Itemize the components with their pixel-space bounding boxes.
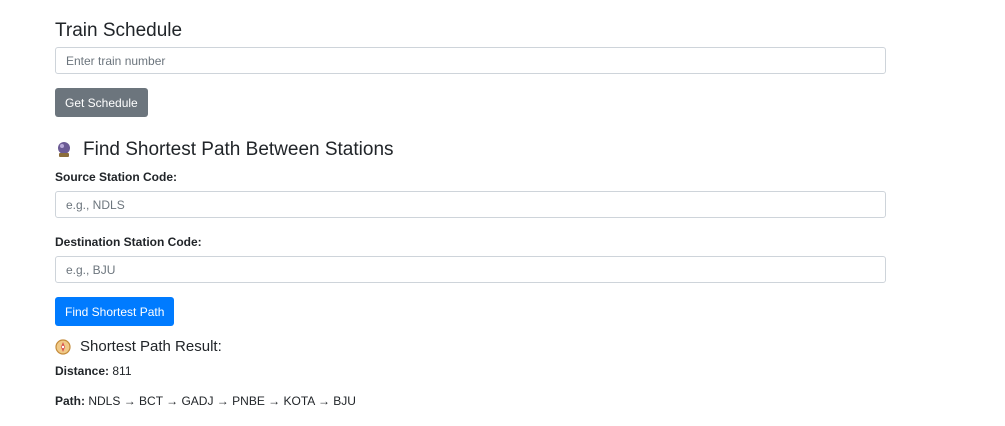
shortest-path-title-text: Find Shortest Path Between Stations bbox=[83, 139, 394, 160]
destination-station-input[interactable] bbox=[55, 256, 886, 283]
get-schedule-button[interactable]: Get Schedule bbox=[55, 88, 148, 117]
distance-label: Distance: bbox=[55, 364, 110, 378]
source-station-input[interactable] bbox=[55, 191, 886, 218]
result-title-text: Shortest Path Result: bbox=[80, 338, 222, 355]
distance-line: Distance: 811 bbox=[55, 364, 132, 378]
result-title: Shortest Path Result: bbox=[55, 338, 222, 355]
find-shortest-path-button[interactable]: Find Shortest Path bbox=[55, 297, 175, 326]
path-label: Path: bbox=[55, 394, 85, 408]
path-value: NDLS → BCT → GADJ → PNBE → KOTA → BJU bbox=[88, 394, 356, 408]
source-station-label: Source Station Code: bbox=[55, 170, 178, 184]
compass-icon bbox=[55, 338, 71, 355]
crystal-ball-icon bbox=[55, 141, 73, 159]
train-schedule-title: Train Schedule bbox=[55, 20, 183, 41]
shortest-path-title: Find Shortest Path Between Stations bbox=[55, 138, 394, 162]
train-number-input[interactable] bbox=[55, 47, 886, 74]
page: Train Schedule Get Schedule Find Shortes… bbox=[0, 0, 1005, 426]
destination-station-label: Destination Station Code: bbox=[55, 235, 202, 249]
path-line: Path: NDLS → BCT → GADJ → PNBE → KOTA → … bbox=[55, 394, 356, 408]
distance-value: 811 bbox=[112, 364, 132, 378]
